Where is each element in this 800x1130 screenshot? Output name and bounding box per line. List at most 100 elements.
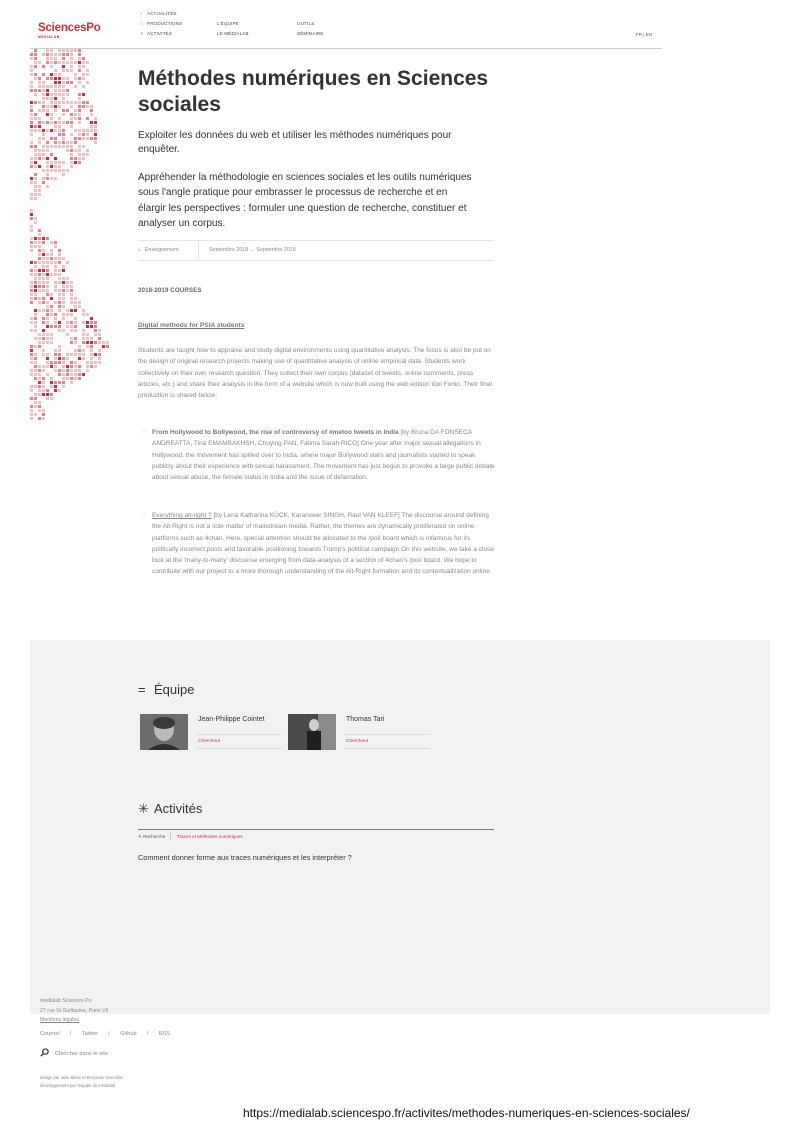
mosaic-cell	[50, 293, 53, 296]
rss-link[interactable]: RSS	[159, 1031, 171, 1037]
brand-logo[interactable]: SciencesPo	[38, 22, 101, 34]
mosaic-cell	[66, 169, 69, 172]
mosaic-cell	[30, 213, 33, 216]
mosaic-cell	[34, 145, 37, 148]
mosaic-cell	[54, 357, 57, 360]
mosaic-cell	[86, 133, 89, 136]
activity-question-link[interactable]: Comment donner forme aux traces numériqu…	[138, 853, 352, 862]
mosaic-cell	[50, 333, 53, 336]
mosaic-cell	[50, 85, 53, 88]
mosaic-cell	[78, 145, 81, 148]
mosaic-cell	[74, 353, 77, 356]
mosaic-cell	[98, 361, 101, 364]
mosaic-cell	[30, 329, 33, 332]
mosaic-cell	[58, 89, 61, 92]
course-title-link[interactable]: Digital methods for PSIA students	[138, 322, 244, 329]
activity-tag-traces[interactable]: Traces et Méthodes numériques	[177, 834, 243, 839]
activities-heading: ✳ Activités	[138, 801, 203, 816]
mosaic-cell	[38, 385, 41, 388]
mosaic-cell	[82, 333, 85, 336]
mosaic-cell	[54, 121, 57, 124]
mosaic-cell	[54, 281, 57, 284]
mosaic-cell	[34, 281, 37, 284]
avatar[interactable]	[288, 714, 336, 750]
mosaic-cell	[30, 281, 33, 284]
diamond-icon: ◇	[141, 428, 147, 435]
mosaic-cell	[46, 365, 49, 368]
mosaic-cell	[30, 73, 33, 76]
nav-item-activites[interactable]: ✳ ACTIVITÉS	[140, 31, 172, 37]
mosaic-cell	[34, 237, 37, 240]
person-name[interactable]: Jean-Philippe Cointet	[198, 716, 265, 723]
mosaic-cell	[66, 321, 69, 324]
email-link[interactable]: Courriel	[40, 1031, 60, 1037]
mosaic-cell	[78, 357, 81, 360]
nav-item-actualites[interactable]: + ACTUALITÉS	[140, 11, 177, 16]
mosaic-cell	[50, 309, 53, 312]
mosaic-cell	[86, 105, 89, 108]
github-link[interactable]: Github	[120, 1031, 136, 1037]
mosaic-cell	[58, 49, 61, 52]
person-divider	[344, 748, 430, 749]
mosaic-cell	[62, 381, 65, 384]
mosaic-cell	[46, 265, 49, 268]
mosaic-cell	[54, 289, 57, 292]
mosaic-cell	[30, 229, 33, 232]
mosaic-cell	[74, 161, 77, 164]
activity-tag-research[interactable]: ✳ Recherche	[138, 834, 165, 840]
mosaic-cell	[82, 137, 85, 140]
avatar[interactable]	[140, 714, 188, 750]
mosaic-cell	[34, 125, 37, 128]
mosaic-cell	[62, 317, 65, 320]
nav-item-equipe[interactable]: L'ÉQUIPE	[217, 21, 239, 26]
mosaic-cell	[62, 69, 65, 72]
mosaic-cell	[38, 273, 41, 276]
mosaic-cell	[74, 337, 77, 340]
mosaic-cell	[54, 325, 57, 328]
mosaic-cell	[94, 325, 97, 328]
twitter-link[interactable]: Twitter	[82, 1031, 98, 1037]
nav-item-outils[interactable]: OUTILS	[297, 21, 314, 26]
mosaic-cell	[74, 329, 77, 332]
nav-item-productions[interactable]: □ PRODUCTIONS	[140, 21, 182, 26]
mosaic-cell	[50, 65, 53, 68]
nav-item-seminaire[interactable]: SÉMINAIRE	[297, 31, 324, 36]
mosaic-cell	[62, 141, 65, 144]
mosaic-cell	[38, 89, 41, 92]
mosaic-cell	[58, 253, 61, 256]
mosaic-cell	[70, 341, 73, 344]
mosaic-cell	[62, 129, 65, 132]
project-title-link[interactable]: From Hollywood to Bollywood, the rise of…	[152, 429, 399, 436]
mosaic-cell	[82, 105, 85, 108]
search-input[interactable]: Chercher dans le site	[55, 1051, 108, 1057]
mosaic-cell	[74, 297, 77, 300]
nav-item-medialab[interactable]: LE MÉDIALAB	[217, 31, 249, 36]
mosaic-cell	[78, 305, 81, 308]
mosaic-cell	[30, 385, 33, 388]
mosaic-cell	[58, 369, 61, 372]
mosaic-cell	[50, 121, 53, 124]
legal-link[interactable]: Mentions légales	[40, 1017, 79, 1024]
footer-search[interactable]: Chercher dans le site	[40, 1048, 108, 1057]
mosaic-cell	[82, 157, 85, 160]
mosaic-cell	[30, 181, 33, 184]
mosaic-cell	[74, 369, 77, 372]
mosaic-cell	[46, 389, 49, 392]
courses-heading: 2018-2019 COURSES	[138, 287, 202, 294]
person-name[interactable]: Thomas Tari	[346, 716, 384, 723]
project-title-link[interactable]: Everything alt-right ?	[152, 512, 212, 519]
mosaic-cell	[62, 49, 65, 52]
mosaic-cell	[42, 389, 45, 392]
mosaic-cell	[70, 289, 73, 292]
mosaic-cell	[50, 129, 53, 132]
mosaic-cell	[38, 393, 41, 396]
mosaic-cell	[42, 109, 45, 112]
mosaic-cell	[46, 353, 49, 356]
mosaic-cell	[78, 53, 81, 56]
mosaic-cell	[46, 93, 49, 96]
mosaic-cell	[50, 161, 53, 164]
mosaic-cell	[42, 253, 45, 256]
mosaic-cell	[66, 309, 69, 312]
mosaic-cell	[30, 145, 33, 148]
language-switch[interactable]: FR | EN	[636, 32, 652, 37]
